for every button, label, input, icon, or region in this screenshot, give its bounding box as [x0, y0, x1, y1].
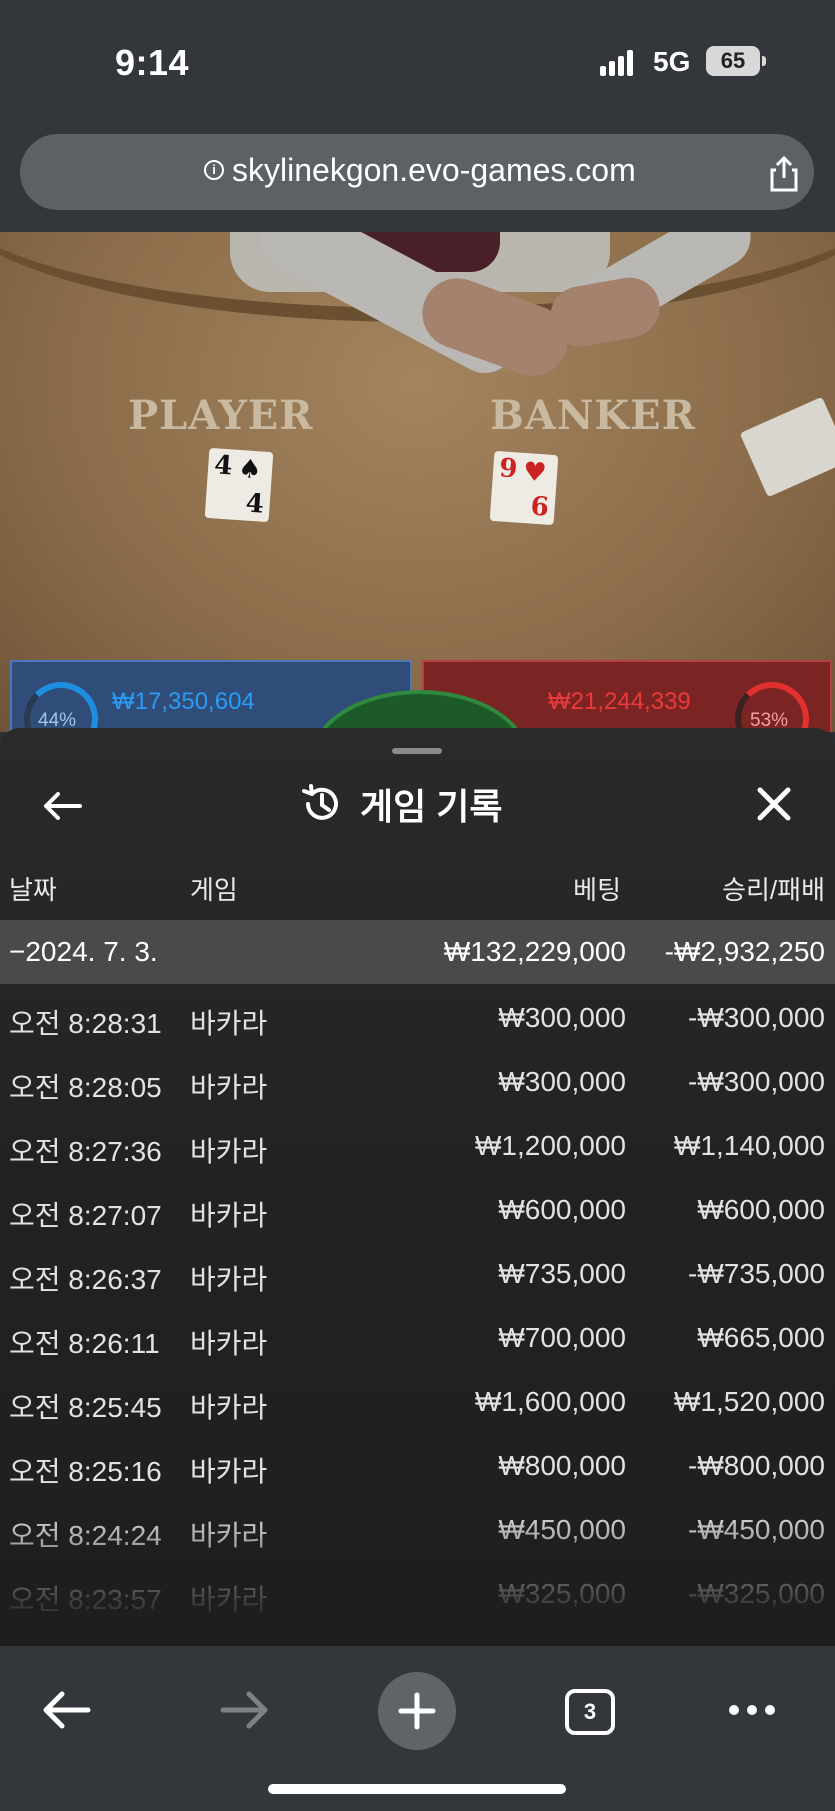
row-winloss: ₩600,000 — [697, 1194, 825, 1225]
table-row[interactable]: 오전 8:28:05 바카라 ₩300,000 -₩300,000 — [0, 1048, 835, 1112]
status-bar: 9:14 5G 65 — [0, 0, 835, 120]
column-header-date: 날짜 — [9, 875, 57, 905]
url-text[interactable]: skylinekgon.evo-games.com — [232, 152, 636, 189]
row-winloss: -₩735,000 — [688, 1258, 825, 1289]
row-bet: ₩600,000 — [498, 1194, 626, 1225]
row-winloss: -₩300,000 — [688, 1066, 825, 1097]
row-time: 오전 8:26:11 — [9, 1328, 160, 1359]
history-icon — [302, 784, 338, 820]
card-rank: 6 — [529, 491, 550, 523]
row-bet: ₩1,200,000 — [475, 1130, 626, 1161]
player-total-amount: ₩17,350,604 — [112, 688, 255, 715]
live-video-feed: PLAYER BANKER 4 ♠ 4 9 ♥ 6 44% 53% ₩17,35… — [0, 232, 835, 732]
close-icon[interactable] — [752, 782, 796, 826]
row-bet: ₩300,000 — [498, 1066, 626, 1097]
row-winloss: -₩800,000 — [688, 1450, 825, 1481]
column-header-game: 게임 — [190, 875, 238, 905]
row-time: 오전 8:26:37 — [9, 1264, 162, 1295]
panel-title: 게임 기록 — [300, 778, 502, 830]
status-time: 9:14 — [115, 42, 190, 83]
card-suit: ♠ — [237, 453, 263, 486]
banker-card: 9 ♥ 6 — [489, 450, 559, 526]
scroll-fade — [0, 1506, 835, 1646]
browser-toolbar: 3 — [0, 1646, 835, 1811]
banker-total-amount: ₩21,244,339 — [548, 688, 691, 715]
tabs-button[interactable]: 3 — [565, 1689, 615, 1735]
row-game: 바카라 — [190, 1392, 268, 1423]
banker-label: BANKER — [490, 392, 696, 439]
panel-title-text: 게임 기록 — [360, 786, 503, 827]
row-bet: ₩735,000 — [498, 1258, 626, 1289]
back-icon[interactable] — [30, 1672, 106, 1748]
row-time: 오전 8:25:45 — [9, 1392, 162, 1423]
row-game: 바카라 — [190, 1136, 268, 1167]
row-winloss: -₩300,000 — [688, 1002, 825, 1033]
plus-icon — [398, 1692, 436, 1730]
network-type: 5G — [653, 46, 691, 77]
table-row[interactable]: 오전 8:26:11 바카라 ₩700,000 ₩665,000 — [0, 1304, 835, 1368]
table-row[interactable]: 오전 8:25:16 바카라 ₩800,000 -₩800,000 — [0, 1432, 835, 1496]
row-game: 바카라 — [190, 1008, 268, 1039]
back-arrow-icon[interactable] — [40, 784, 84, 828]
column-header-winloss: 승리/패배 — [722, 875, 825, 905]
row-winloss: ₩665,000 — [697, 1322, 825, 1353]
row-game: 바카라 — [190, 1072, 268, 1103]
new-tab-button[interactable] — [378, 1672, 456, 1750]
row-game: 바카라 — [190, 1264, 268, 1295]
row-winloss: ₩1,520,000 — [674, 1386, 825, 1417]
row-bet: ₩800,000 — [498, 1450, 626, 1481]
battery-icon: 65 — [706, 46, 766, 76]
row-bet: ₩700,000 — [498, 1322, 626, 1353]
card-rank: 4 — [213, 450, 234, 482]
column-header-bet: 베팅 — [573, 875, 621, 905]
card-rank: 4 — [244, 488, 265, 520]
drag-handle[interactable] — [392, 748, 442, 754]
game-history-panel: 게임 기록 날짜 게임 베팅 승리/패배 −2024. 7. 3. ₩132,2… — [0, 728, 835, 1646]
row-time: 오전 8:28:05 — [9, 1072, 162, 1103]
row-time: 오전 8:25:16 — [9, 1456, 162, 1487]
player-card: 4 ♠ 4 — [204, 447, 274, 523]
table-row[interactable]: 오전 8:26:37 바카라 ₩735,000 -₩735,000 — [0, 1240, 835, 1304]
row-bet: ₩300,000 — [498, 1002, 626, 1033]
table-row[interactable]: 오전 8:27:07 바카라 ₩600,000 ₩600,000 — [0, 1176, 835, 1240]
forward-icon[interactable] — [205, 1672, 281, 1748]
date-group-row[interactable]: −2024. 7. 3. ₩132,229,000 -₩2,932,250 — [0, 920, 835, 984]
browser-address-area: i skylinekgon.evo-games.com — [0, 120, 835, 232]
home-indicator[interactable] — [268, 1784, 566, 1794]
more-icon[interactable] — [714, 1672, 790, 1748]
signal-icon — [600, 48, 640, 76]
date-group-winloss: -₩2,932,250 — [664, 936, 825, 967]
table-row[interactable]: 오전 8:27:36 바카라 ₩1,200,000 ₩1,140,000 — [0, 1112, 835, 1176]
row-time: 오전 8:27:36 — [9, 1136, 162, 1167]
info-icon[interactable]: i — [204, 160, 224, 180]
row-game: 바카라 — [190, 1200, 268, 1231]
row-time: 오전 8:28:31 — [9, 1008, 162, 1039]
table-row[interactable]: 오전 8:28:31 바카라 ₩300,000 -₩300,000 — [0, 984, 835, 1048]
row-winloss: ₩1,140,000 — [674, 1130, 825, 1161]
share-icon[interactable] — [764, 154, 804, 194]
row-bet: ₩1,600,000 — [475, 1386, 626, 1417]
card-suit: ♥ — [522, 456, 548, 489]
row-time: 오전 8:27:07 — [9, 1200, 162, 1231]
player-label: PLAYER — [128, 392, 314, 439]
card-shoe — [739, 396, 835, 498]
row-game: 바카라 — [190, 1328, 268, 1359]
date-group-date: −2024. 7. 3. — [9, 936, 158, 967]
row-game: 바카라 — [190, 1456, 268, 1487]
date-group-bet: ₩132,229,000 — [443, 936, 626, 967]
table-row[interactable]: 오전 8:25:45 바카라 ₩1,600,000 ₩1,520,000 — [0, 1368, 835, 1432]
card-rank: 9 — [498, 453, 519, 485]
address-bar[interactable]: i skylinekgon.evo-games.com — [20, 134, 814, 210]
